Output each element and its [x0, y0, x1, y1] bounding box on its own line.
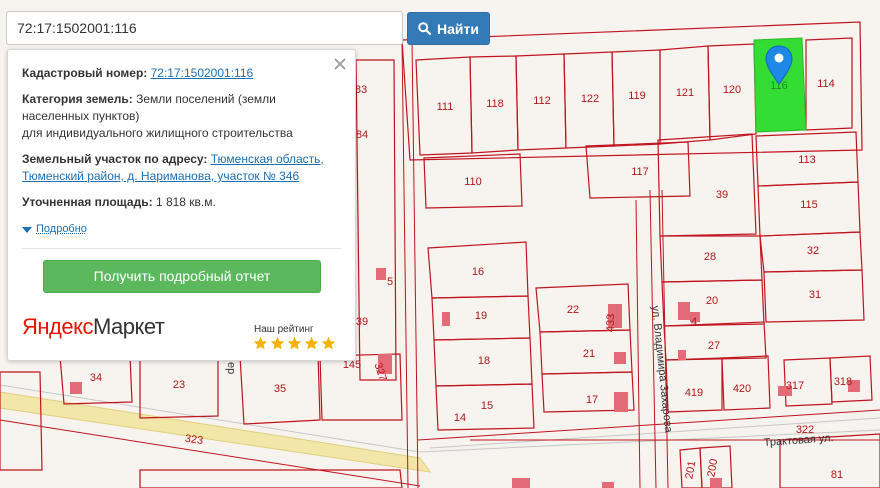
parcel-label: 14 [454, 412, 466, 424]
search-button[interactable]: Найти [407, 12, 490, 45]
parcel-label: 115 [800, 199, 818, 211]
parcel-label: 113 [798, 154, 816, 166]
parcel-label: 20 [706, 295, 718, 307]
star-icon [304, 336, 319, 350]
rating-stars[interactable] [253, 336, 336, 350]
yandex-market-logo-part2: Маркет [92, 314, 165, 339]
address-link-2[interactable]: Тюменский район, д. Нариманова, участок … [22, 169, 299, 183]
parcel-label: 21 [583, 348, 595, 360]
area-label: Уточненная площадь: [22, 195, 153, 209]
parcel-label: 32 [807, 245, 819, 257]
search-icon [418, 22, 432, 35]
parcel-label: 19 [475, 310, 487, 322]
parcel-label: 84 [356, 129, 368, 141]
yandex-market-logo-part1: Яндекс [22, 314, 93, 339]
parcel-label: 31 [809, 289, 821, 301]
parcel-label: 4 [691, 316, 697, 328]
parcel-label: 34 [90, 372, 102, 384]
parcel-label: 114 [817, 78, 835, 90]
parcel-label: 119 [628, 90, 646, 102]
triangle-down-icon [22, 226, 32, 233]
divider [22, 248, 341, 249]
parcel-label: 419 [685, 387, 703, 399]
search-button-label: Найти [437, 20, 479, 37]
parcel-label: 23 [173, 379, 185, 391]
parcel-label: 120 [723, 84, 741, 96]
parcel-info-popup: Кадастровый номер: 72:17:1502001:116 Кат… [7, 49, 356, 361]
address-label: Земельный участок по адресу: [22, 152, 208, 166]
land-category-value-2: населенных пунктов) [22, 109, 140, 123]
get-report-button[interactable]: Получить подробный отчет [43, 260, 321, 293]
parcel-label: 22 [567, 304, 579, 316]
parcel-label: 5 [387, 276, 393, 288]
parcel-label: 118 [486, 98, 504, 110]
star-icon [287, 336, 302, 350]
parcel-label: 28 [704, 251, 716, 263]
parcel-label: 35 [274, 383, 286, 395]
parcel-label: 111 [437, 101, 454, 113]
cadastral-number-link[interactable]: 72:17:1502001:116 [151, 66, 254, 80]
area-row: Уточненная площадь: 1 818 кв.м. [22, 194, 335, 211]
parcel-label: 17 [586, 394, 598, 406]
parcel-label: 420 [733, 383, 751, 395]
parcel-label: 15 [481, 400, 493, 412]
search-input[interactable] [6, 11, 403, 45]
parcel-label: 18 [478, 355, 490, 367]
land-category-value-3: для индивидуального жилищного строительс… [22, 126, 293, 140]
yandex-market-logo[interactable]: ЯндексМаркет [22, 316, 165, 338]
cadastral-number-label: Кадастровый номер: [22, 66, 148, 80]
star-icon [270, 336, 285, 350]
land-category-row: Категория земель: Земли поселений (земли… [22, 91, 335, 142]
parcel-label: 318 [834, 376, 852, 388]
parcel-label: 81 [831, 469, 843, 481]
cadastral-number-row: Кадастровый номер: 72:17:1502001:116 [22, 65, 335, 82]
parcel-label: 39 [356, 316, 368, 328]
parcel-label: 117 [631, 166, 649, 178]
parcel-label: 121 [676, 87, 694, 99]
parcel-label: 16 [472, 266, 484, 278]
star-icon [321, 336, 336, 350]
land-category-label: Категория земель: [22, 92, 133, 106]
parcel-label: 39 [716, 189, 728, 201]
parcel-label: 112 [533, 95, 551, 107]
area-value: 1 818 кв.м. [155, 195, 216, 209]
details-toggle[interactable]: Подробно [22, 221, 87, 238]
details-toggle-label: Подробно [36, 223, 87, 235]
get-report-button-label: Получить подробный отчет [93, 268, 271, 284]
address-row: Земельный участок по адресу: Тюменская о… [22, 151, 335, 185]
parcel-label: 433 [605, 314, 618, 333]
address-link[interactable]: Тюменская область, [211, 152, 324, 166]
parcel-label: 317 [786, 380, 804, 392]
parcel-label: 122 [581, 93, 599, 105]
star-icon [253, 336, 268, 350]
parcel-label: 83 [355, 84, 367, 96]
land-category-value: Земли поселений (земли [136, 92, 276, 106]
parcel-label: 27 [708, 340, 720, 352]
parcel-label: 110 [464, 176, 482, 188]
street-label-partial: ер [225, 362, 237, 374]
parcel-label: 323 [184, 433, 204, 447]
